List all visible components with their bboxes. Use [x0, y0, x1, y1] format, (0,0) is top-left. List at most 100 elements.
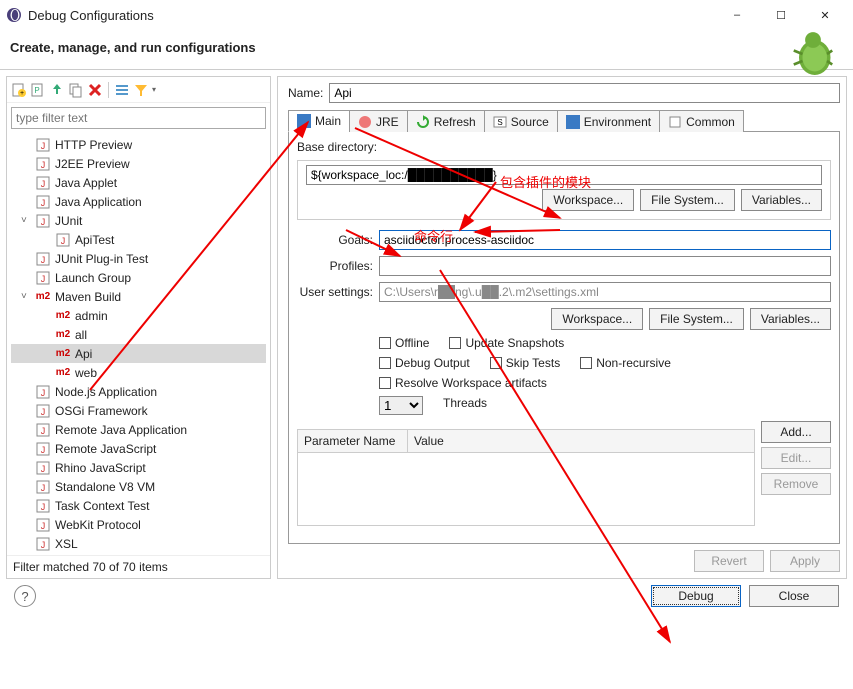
tree-item[interactable]: JRemote Java Application: [11, 420, 266, 439]
tree-item[interactable]: JWebKit Protocol: [11, 515, 266, 534]
maximize-button[interactable]: ☐: [759, 1, 803, 29]
eclipse-icon: [6, 7, 22, 23]
main-tab-icon: [297, 114, 311, 128]
us-variables-button[interactable]: Variables...: [750, 308, 831, 330]
common-tab-icon: [668, 115, 682, 129]
base-filesystem-button[interactable]: File System...: [640, 189, 735, 211]
param-edit-button[interactable]: Edit...: [761, 447, 831, 469]
goals-label: Goals:: [297, 233, 373, 247]
svg-text:J: J: [41, 483, 46, 493]
tree-item[interactable]: JTask Context Test: [11, 496, 266, 515]
minimize-button[interactable]: –: [715, 1, 759, 29]
tab-common[interactable]: Common: [659, 110, 744, 132]
profiles-label: Profiles:: [297, 259, 373, 273]
tab-main[interactable]: Main: [288, 110, 350, 132]
config-list-pane: + P ▾ JHTTP PreviewJJ2EE PreviewJJava Ap…: [6, 76, 271, 579]
config-editor: Name: Main JRE Refresh SSource Environme…: [277, 76, 847, 579]
tree-item[interactable]: m2Api: [11, 344, 266, 363]
tree-item[interactable]: JLaunch Group: [11, 268, 266, 287]
tab-refresh[interactable]: Refresh: [407, 110, 485, 132]
tree-item[interactable]: m2admin: [11, 306, 266, 325]
tree-item[interactable]: JRhino JavaScript: [11, 458, 266, 477]
svg-text:S: S: [497, 118, 502, 127]
tree-item[interactable]: JRemote JavaScript: [11, 439, 266, 458]
svg-text:J: J: [41, 255, 46, 265]
svg-text:J: J: [41, 407, 46, 417]
filter-input[interactable]: [11, 107, 266, 129]
close-dialog-button[interactable]: Close: [749, 585, 839, 607]
tree-item[interactable]: JHTTP Preview: [11, 135, 266, 154]
svg-text:J: J: [41, 160, 46, 170]
profiles-input[interactable]: [379, 256, 831, 276]
update-snapshots-checkbox[interactable]: Update Snapshots: [449, 336, 564, 350]
tree-item[interactable]: JJava Application: [11, 192, 266, 211]
param-add-button[interactable]: Add...: [761, 421, 831, 443]
base-variables-button[interactable]: Variables...: [741, 189, 822, 211]
resolve-ws-checkbox[interactable]: Resolve Workspace artifacts: [379, 376, 547, 390]
collapse-icon[interactable]: [114, 82, 130, 98]
tree-item[interactable]: JJava Applet: [11, 173, 266, 192]
svg-text:J: J: [41, 198, 46, 208]
filter-icon[interactable]: [133, 82, 149, 98]
new-proto-icon[interactable]: P: [30, 82, 46, 98]
base-workspace-button[interactable]: Workspace...: [542, 189, 634, 211]
svg-text:J: J: [41, 426, 46, 436]
svg-text:+: +: [20, 90, 24, 97]
config-tree[interactable]: JHTTP PreviewJJ2EE PreviewJJava AppletJJ…: [7, 133, 270, 555]
revert-button[interactable]: Revert: [694, 550, 764, 572]
usersettings-input[interactable]: [379, 282, 831, 302]
tree-item[interactable]: JStandalone V8 VM: [11, 477, 266, 496]
tree-item[interactable]: m2web: [11, 363, 266, 382]
window-title: Debug Configurations: [28, 8, 715, 23]
tree-item[interactable]: m2all: [11, 325, 266, 344]
svg-text:J: J: [41, 521, 46, 531]
non-recursive-checkbox[interactable]: Non-recursive: [580, 356, 671, 370]
new-config-icon[interactable]: +: [11, 82, 27, 98]
tab-source[interactable]: SSource: [484, 110, 558, 132]
tab-jre[interactable]: JRE: [349, 110, 408, 132]
svg-text:J: J: [61, 236, 66, 246]
help-button[interactable]: ?: [14, 585, 36, 607]
usersettings-label: User settings:: [297, 285, 373, 299]
param-remove-button[interactable]: Remove: [761, 473, 831, 495]
debug-output-checkbox[interactable]: Debug Output: [379, 356, 470, 370]
bug-icon: [783, 26, 843, 82]
tab-environment[interactable]: Environment: [557, 110, 660, 132]
svg-text:J: J: [41, 388, 46, 398]
goals-input[interactable]: [379, 230, 831, 250]
svg-text:J: J: [41, 179, 46, 189]
close-button[interactable]: ✕: [803, 1, 847, 29]
toolbar: + P ▾: [7, 77, 270, 103]
col-param-value[interactable]: Value: [408, 430, 754, 452]
skip-tests-checkbox[interactable]: Skip Tests: [490, 356, 560, 370]
tree-item[interactable]: ˅JJUnit: [11, 211, 266, 230]
tree-item[interactable]: JApiTest: [11, 230, 266, 249]
duplicate-icon[interactable]: [68, 82, 84, 98]
name-input[interactable]: [329, 83, 840, 103]
debug-button[interactable]: Debug: [651, 585, 741, 607]
filter-status: Filter matched 70 of 70 items: [7, 555, 270, 578]
offline-checkbox[interactable]: Offline: [379, 336, 429, 350]
tree-item[interactable]: JXSL: [11, 534, 266, 553]
svg-text:J: J: [41, 274, 46, 284]
us-workspace-button[interactable]: Workspace...: [551, 308, 643, 330]
export-icon[interactable]: [49, 82, 65, 98]
col-param-name[interactable]: Parameter Name: [298, 430, 408, 452]
tree-item[interactable]: JJUnit Plug-in Test: [11, 249, 266, 268]
svg-text:J: J: [41, 141, 46, 151]
base-dir-input[interactable]: [306, 165, 822, 185]
us-filesystem-button[interactable]: File System...: [649, 308, 744, 330]
threads-label: Threads: [443, 396, 487, 415]
svg-text:J: J: [41, 540, 46, 550]
refresh-tab-icon: [416, 115, 430, 129]
tree-item[interactable]: JNode.js Application: [11, 382, 266, 401]
svg-text:J: J: [41, 217, 46, 227]
param-table[interactable]: Parameter Name Value: [297, 429, 755, 526]
source-tab-icon: S: [493, 115, 507, 129]
delete-icon[interactable]: [87, 82, 103, 98]
tree-item[interactable]: JOSGi Framework: [11, 401, 266, 420]
tree-item[interactable]: ˅m2Maven Build: [11, 287, 266, 306]
threads-select[interactable]: 1: [379, 396, 423, 415]
tree-item[interactable]: JJ2EE Preview: [11, 154, 266, 173]
apply-button[interactable]: Apply: [770, 550, 840, 572]
